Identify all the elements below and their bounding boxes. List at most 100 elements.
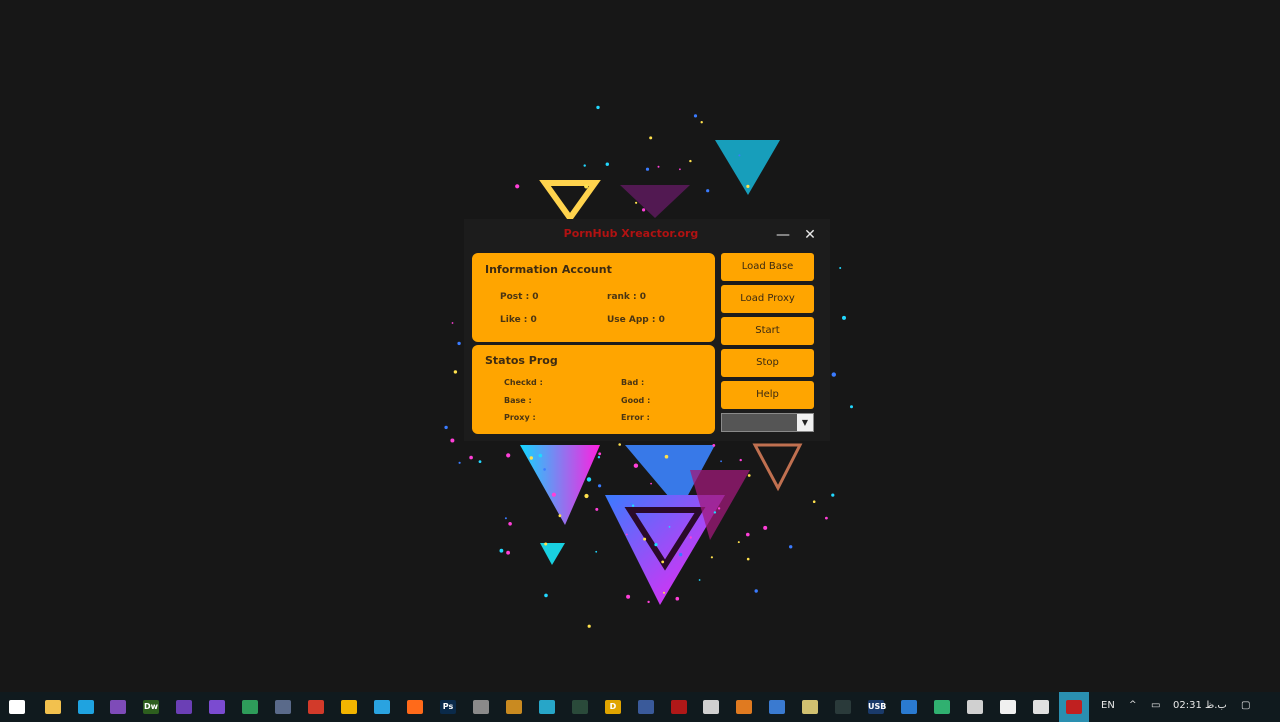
confetti-dot — [668, 526, 671, 528]
app-icon[interactable] — [960, 692, 990, 722]
confetti-dot — [754, 589, 758, 593]
chevron-down-icon[interactable]: ▼ — [797, 414, 813, 431]
proxy-label: Proxy : — [504, 413, 536, 422]
windows-start-icon[interactable] — [2, 692, 32, 722]
confetti-dot — [737, 541, 740, 544]
confetti-dot — [747, 474, 751, 477]
app-icon[interactable] — [828, 692, 858, 722]
chrome-icon-glyph — [341, 700, 357, 714]
virtual-desktop-icon-glyph — [473, 700, 489, 714]
confetti-dot — [649, 136, 653, 140]
error-label: Error : — [621, 413, 650, 422]
spider-icon[interactable] — [664, 692, 694, 722]
confetti-dot — [643, 537, 647, 541]
confetti-dot — [584, 184, 589, 189]
confetti-dot — [746, 532, 750, 537]
usb-util-icon-glyph: USB — [868, 700, 886, 714]
confetti-dot — [605, 162, 609, 166]
confetti-dot — [544, 593, 548, 598]
confetti-dot — [812, 500, 816, 504]
confetti-dot — [633, 463, 639, 468]
load-base-button[interactable]: Load Base — [721, 253, 814, 281]
firefox-icon[interactable] — [400, 692, 430, 722]
close-button[interactable]: ✕ — [800, 225, 820, 245]
app-icon[interactable] — [729, 692, 759, 722]
confetti-dot — [515, 184, 520, 189]
confetti-dot — [698, 579, 701, 581]
app-icon[interactable] — [499, 692, 529, 722]
confetti-dot — [706, 189, 710, 193]
minimize-button[interactable]: — — [773, 225, 793, 245]
network-icon[interactable]: ▭ — [1151, 700, 1160, 711]
confetti-dot — [544, 542, 548, 546]
confetti-dot — [595, 550, 598, 553]
confetti-dot — [543, 468, 546, 471]
dreamweaver-icon[interactable]: Dw — [136, 692, 166, 722]
confetti-dot — [839, 267, 842, 269]
spider-icon-glyph — [671, 700, 687, 714]
pen-icon[interactable] — [795, 692, 825, 722]
load-proxy-button[interactable]: Load Proxy — [721, 285, 814, 313]
confetti-dot — [746, 557, 750, 561]
confetti-dot — [457, 341, 461, 346]
confetti-dot — [625, 533, 628, 536]
confetti-dot — [450, 438, 455, 443]
confetti-dot — [689, 536, 692, 539]
app-icon-glyph — [506, 700, 522, 714]
visual-studio-icon[interactable] — [169, 692, 199, 722]
information-account-title: Information Account — [485, 263, 612, 276]
gear-icon[interactable] — [1026, 692, 1056, 722]
app-icon[interactable] — [631, 692, 661, 722]
start-button[interactable]: Start — [721, 317, 814, 345]
confetti-dot — [738, 154, 741, 157]
triangle-decoration — [620, 185, 690, 218]
file-explorer-icon[interactable] — [38, 692, 68, 722]
photoshop-icon[interactable]: Ps — [433, 692, 463, 722]
tor-browser-icon[interactable] — [103, 692, 133, 722]
notification-icon[interactable]: ▢ — [1241, 700, 1250, 711]
confetti-dot — [478, 460, 482, 463]
app-icon[interactable] — [1059, 692, 1089, 722]
options-dropdown[interactable]: ▼ — [721, 413, 814, 432]
checked-label: Checkd : — [504, 378, 543, 387]
confetti-dot — [664, 454, 669, 459]
edge-dev-icon[interactable] — [235, 692, 265, 722]
confetti-dot — [506, 453, 511, 458]
language-indicator[interactable]: EN — [1101, 700, 1115, 711]
confetti-dot — [583, 164, 586, 167]
app-icon[interactable] — [268, 692, 298, 722]
confetti-dot — [453, 370, 458, 374]
app-icon[interactable]: D — [598, 692, 628, 722]
confetti-dot — [538, 453, 543, 458]
app-icon[interactable] — [532, 692, 562, 722]
confetti-dot — [504, 517, 507, 520]
visual-studio-code-icon-glyph — [209, 700, 225, 714]
app-icon[interactable] — [927, 692, 957, 722]
app-icon[interactable] — [762, 692, 792, 722]
confetti-dot — [710, 556, 714, 559]
confetti-dot — [595, 507, 599, 511]
confetti-dot — [789, 545, 793, 549]
clock[interactable]: 02:31 ب.ظ — [1173, 700, 1227, 711]
edge-icon[interactable] — [71, 692, 101, 722]
chevron-up-icon[interactable]: ^ — [1129, 700, 1137, 710]
confetti-dot — [444, 425, 448, 430]
telegram-icon[interactable] — [367, 692, 397, 722]
office-icon[interactable] — [301, 692, 331, 722]
stop-button[interactable]: Stop — [721, 349, 814, 377]
usb-util-icon[interactable]: USB — [861, 692, 891, 722]
help-button[interactable]: Help — [721, 381, 814, 409]
app-icon[interactable] — [894, 692, 924, 722]
shield-icon[interactable] — [565, 692, 595, 722]
visual-studio-icon-glyph — [176, 700, 192, 714]
confetti-dot — [506, 550, 510, 555]
edge-icon-glyph — [78, 700, 94, 714]
record-icon[interactable] — [696, 692, 726, 722]
chrome-icon[interactable] — [334, 692, 364, 722]
confetti-dot — [598, 452, 602, 456]
confetti-dot — [451, 322, 454, 324]
document-icon[interactable] — [993, 692, 1023, 722]
app-icon-glyph — [769, 700, 785, 714]
virtual-desktop-icon[interactable] — [466, 692, 496, 722]
visual-studio-code-icon[interactable] — [202, 692, 232, 722]
